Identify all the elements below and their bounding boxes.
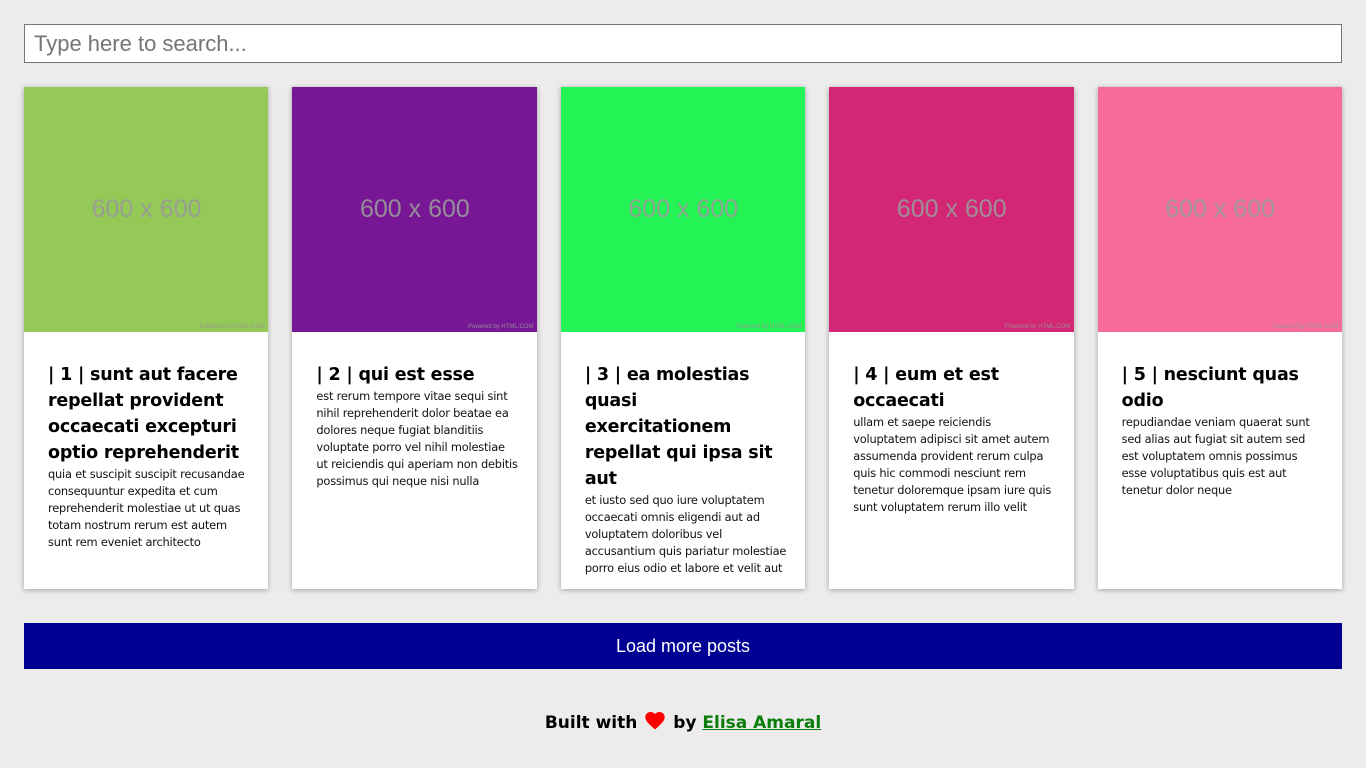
post-body: | 1 | sunt aut facere repellat provident… [24, 332, 268, 551]
post-title: | 2 | qui est esse [316, 365, 475, 385]
footer-prefix: Built with [544, 713, 638, 733]
post-image-credit: Powered by HTML.COM [736, 324, 802, 330]
post-image-label: 600 x 600 [91, 195, 202, 223]
post-title: | 3 | ea molestias quasi exercitationem … [584, 365, 773, 489]
post-card: 600 x 600 Powered by HTML.COM | 3 | ea m… [560, 87, 806, 589]
post-image: 600 x 600 Powered by HTML.COM [560, 87, 806, 332]
post-image: 600 x 600 Powered by HTML.COM [1097, 87, 1343, 332]
post-image: 600 x 600 Powered by HTML.COM [829, 87, 1074, 332]
post-image: 600 x 600 Powered by HTML.COM [24, 87, 269, 332]
search-input[interactable] [24, 24, 1342, 63]
post-image: 600 x 600 Powered by HTML.COM [292, 87, 537, 332]
post-card: 600 x 600 Powered by HTML.COM | 2 | qui … [292, 87, 537, 589]
heart-shape [645, 712, 665, 730]
post-body: | 3 | ea molestias quasi exercitationem … [561, 332, 805, 577]
post-excerpt: et iusto sed quo iure voluptatem occaeca… [584, 493, 787, 575]
load-more-button[interactable]: Load more posts [24, 623, 1342, 669]
post-card: 600 x 600 Powered by HTML.COM | 5 | nesc… [1097, 87, 1343, 589]
post-title: | 1 | sunt aut facere repellat provident… [48, 365, 239, 463]
post-image-label: 600 x 600 [628, 195, 739, 223]
page: 600 x 600 Powered by HTML.COM | 1 | sunt… [0, 0, 1366, 768]
post-image-label: 600 x 600 [1165, 195, 1276, 223]
post-title: | 4 | eum et est occaecati [853, 365, 999, 411]
post-body: | 2 | qui est esse est rerum tempore vit… [292, 332, 536, 490]
post-card: 600 x 600 Powered by HTML.COM | 1 | sunt… [24, 87, 269, 589]
post-image-credit: Powered by HTML.COM [1004, 324, 1071, 330]
author-link[interactable]: Elisa Amaral [702, 713, 821, 733]
post-card: 600 x 600 Powered by HTML.COM | 4 | eum … [829, 87, 1074, 589]
post-image-credit: Powered by HTML.COM [468, 324, 534, 330]
post-image-label: 600 x 600 [896, 195, 1007, 223]
posts-grid: 600 x 600 Powered by HTML.COM | 1 | sunt… [24, 87, 1343, 589]
post-title: | 5 | nesciunt quas odio [1121, 365, 1299, 411]
post-body: | 5 | nesciunt quas odio repudiandae ven… [1098, 332, 1342, 499]
post-image-label: 600 x 600 [359, 195, 470, 223]
footer: Built with by Elisa Amaral [0, 710, 1366, 738]
post-excerpt: repudiandae veniam quaerat sunt sed alia… [1121, 415, 1310, 497]
post-excerpt: est rerum tempore vitae sequi sint nihil… [316, 389, 518, 488]
post-image-credit: Powered by HTML.COM [199, 324, 265, 330]
post-body: | 4 | eum et est occaecati ullam et saep… [829, 332, 1073, 516]
post-excerpt: quia et suscipit suscipit recusandae con… [48, 467, 245, 549]
footer-by: by [673, 713, 697, 733]
heart-icon [645, 712, 665, 738]
post-image-credit: Powered by HTML.COM [1273, 324, 1339, 330]
post-excerpt: ullam et saepe reiciendis voluptatem adi… [853, 415, 1052, 514]
